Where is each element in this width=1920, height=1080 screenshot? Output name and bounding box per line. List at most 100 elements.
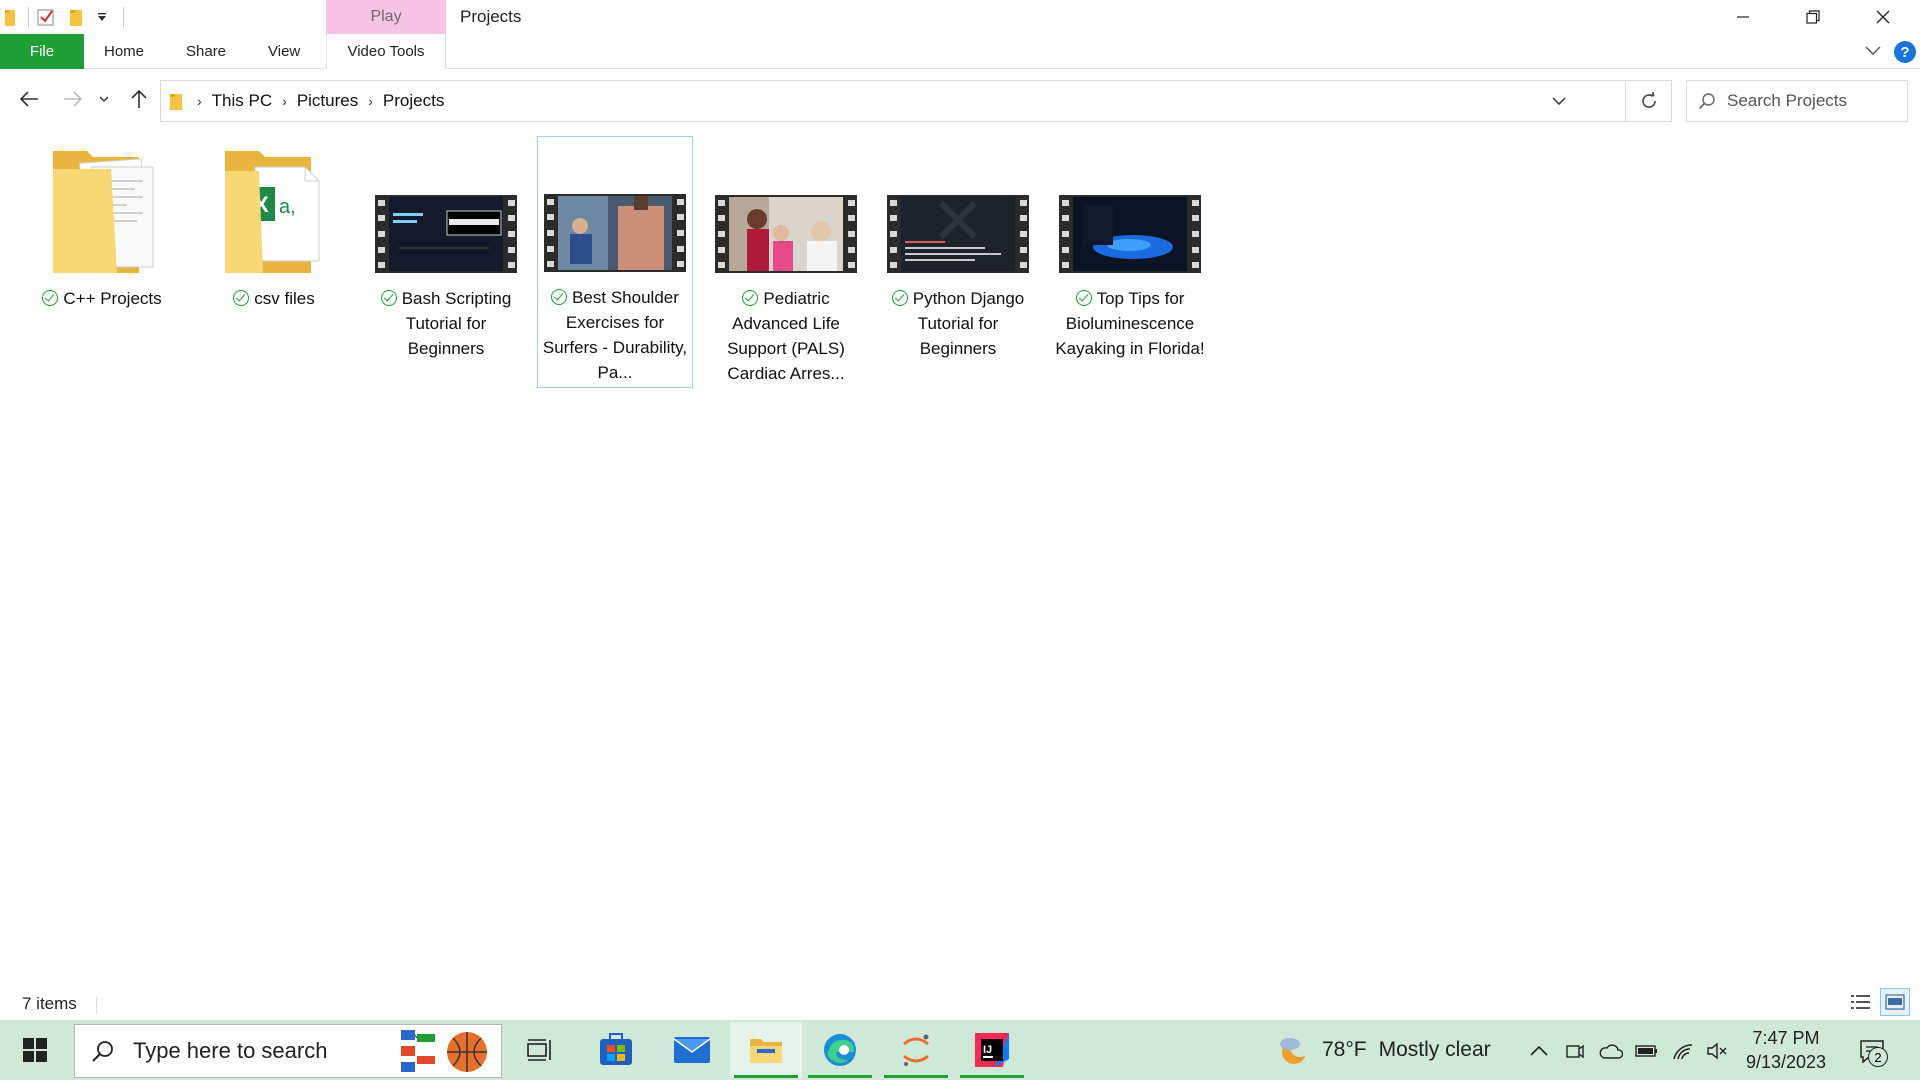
back-arrow-icon[interactable] — [14, 84, 44, 114]
store-icon — [600, 1033, 632, 1065]
breadcrumb-this-pc[interactable]: This PC — [212, 91, 272, 111]
title-bar: Play Projects — [0, 0, 1920, 34]
tab-play[interactable]: Play — [326, 0, 446, 34]
show-hidden-icons-chevron-icon[interactable] — [1526, 1038, 1552, 1064]
clock[interactable]: 7:47 PM 9/13/2023 — [1740, 1026, 1832, 1074]
details-view-icon — [1851, 995, 1870, 1009]
folder-item[interactable]: C++ Projects — [24, 138, 180, 388]
search-input[interactable] — [1727, 91, 1897, 111]
battery-icon[interactable] — [1634, 1038, 1660, 1064]
intellij-icon: IJ — [975, 1033, 1009, 1067]
video-item[interactable]: Python Django Tutorial for Beginners — [880, 138, 1036, 388]
new-folder-icon[interactable] — [65, 6, 87, 28]
microsoft-store-button[interactable] — [580, 1022, 652, 1078]
quick-access-toolbar — [4, 4, 130, 30]
intellij-button[interactable]: IJ — [956, 1022, 1028, 1078]
video-thumbnail — [374, 138, 518, 282]
film-strip-icon — [375, 195, 517, 273]
chevron-right-icon[interactable]: › — [197, 93, 202, 109]
date: 9/13/2023 — [1745, 1052, 1827, 1072]
jupyter-button[interactable] — [880, 1022, 952, 1078]
sync-status-icon — [891, 290, 908, 306]
item-count: 7 items — [22, 994, 77, 1013]
notification-count-badge: 2 — [1868, 1047, 1888, 1067]
film-strip-icon — [1059, 195, 1201, 273]
film-strip-icon — [887, 195, 1029, 273]
help-icon[interactable]: ? — [1894, 41, 1916, 63]
weather-temperature: 78°F — [1322, 1038, 1367, 1061]
weather-condition: Mostly clear — [1378, 1038, 1491, 1061]
tab-share[interactable]: Share — [186, 34, 226, 69]
sync-status-icon — [551, 289, 568, 305]
breadcrumb-projects[interactable]: Projects — [383, 91, 444, 111]
video-item[interactable]: Bash Scripting Tutorial for Beginners — [368, 138, 524, 388]
video-item-selected[interactable]: Best Shoulder Exercises for Surfers - Du… — [537, 136, 693, 388]
minimize-button[interactable] — [1708, 0, 1778, 34]
divider — [123, 7, 124, 27]
search-highlight-icon[interactable] — [397, 1026, 497, 1076]
search-icon — [1687, 92, 1727, 110]
edge-button[interactable] — [804, 1022, 876, 1078]
video-thumbnail — [886, 138, 1030, 282]
folder-icon — [4, 6, 18, 28]
sync-status-icon — [233, 290, 250, 306]
forward-arrow-icon[interactable] — [58, 84, 88, 114]
large-icons-view-button[interactable] — [1880, 988, 1910, 1016]
close-button[interactable] — [1848, 0, 1918, 34]
task-view-icon — [527, 1039, 551, 1061]
mail-button[interactable] — [656, 1022, 728, 1078]
onedrive-cloud-icon[interactable] — [1598, 1038, 1624, 1064]
tab-view[interactable]: View — [268, 34, 300, 69]
file-explorer-button[interactable] — [730, 1022, 802, 1078]
folder-icon — [169, 92, 187, 110]
excel-folder-icon: X a, — [202, 138, 346, 282]
address-dropdown-chevron-icon[interactable] — [1539, 81, 1579, 121]
folder-item[interactable]: X a, csv files — [196, 138, 352, 388]
item-label: csv files — [199, 286, 349, 311]
chevron-right-icon[interactable]: › — [368, 93, 373, 109]
details-view-button[interactable] — [1846, 988, 1876, 1016]
address-bar[interactable]: › This PC › Pictures › Projects — [160, 80, 1626, 122]
divider — [28, 7, 29, 27]
restore-button[interactable] — [1778, 0, 1848, 34]
recent-locations-chevron-icon[interactable] — [94, 84, 114, 114]
taskbar-search-box[interactable]: Type here to search — [74, 1024, 502, 1078]
video-thumbnail — [1058, 138, 1202, 282]
wifi-icon[interactable] — [1670, 1038, 1696, 1064]
file-explorer-icon — [750, 1039, 782, 1063]
expand-ribbon-chevron-icon[interactable] — [1862, 40, 1884, 62]
video-item[interactable]: Pediatric Advanced Life Support (PALS) C… — [708, 138, 864, 388]
tab-video-tools[interactable]: Video Tools — [326, 34, 446, 69]
film-strip-icon — [544, 194, 686, 272]
status-bar: 7 items — [0, 988, 1920, 1018]
refresh-button[interactable] — [1626, 80, 1672, 122]
meet-now-icon[interactable] — [1562, 1038, 1588, 1064]
sync-status-icon — [1075, 290, 1092, 306]
refresh-icon — [1641, 91, 1656, 108]
item-label: Python Django Tutorial for Beginners — [883, 286, 1033, 361]
task-view-button[interactable] — [504, 1022, 576, 1078]
tab-home[interactable]: Home — [104, 34, 144, 69]
mail-icon — [673, 1037, 711, 1063]
svg-text:IJ: IJ — [983, 1044, 992, 1056]
properties-icon[interactable] — [35, 6, 57, 28]
up-arrow-icon[interactable] — [124, 84, 154, 114]
tab-file[interactable]: File — [0, 34, 84, 69]
taskbar: Type here to search IJ 78°F Mostly clear — [0, 1020, 1920, 1080]
taskbar-search-placeholder: Type here to search — [133, 1038, 328, 1063]
start-button[interactable] — [12, 1032, 58, 1068]
sync-status-icon — [42, 290, 59, 306]
weather-widget[interactable]: 78°F Mostly clear — [1276, 1034, 1491, 1066]
chevron-right-icon[interactable]: › — [282, 93, 287, 109]
video-item[interactable]: Top Tips for Bioluminescence Kayaking in… — [1052, 138, 1208, 388]
sync-status-icon — [742, 290, 759, 306]
speaker-muted-icon[interactable] — [1704, 1038, 1730, 1064]
video-thumbnail — [714, 138, 858, 282]
file-list: C++ Projects X a, csv files Bash Scripti… — [0, 122, 1920, 982]
time: 7:47 PM — [1752, 1028, 1820, 1048]
customize-chevron-icon[interactable] — [95, 6, 109, 28]
svg-text:a,: a, — [279, 196, 296, 218]
jupyter-icon — [903, 1034, 929, 1066]
search-box[interactable] — [1686, 80, 1908, 122]
breadcrumb-pictures[interactable]: Pictures — [297, 91, 358, 111]
